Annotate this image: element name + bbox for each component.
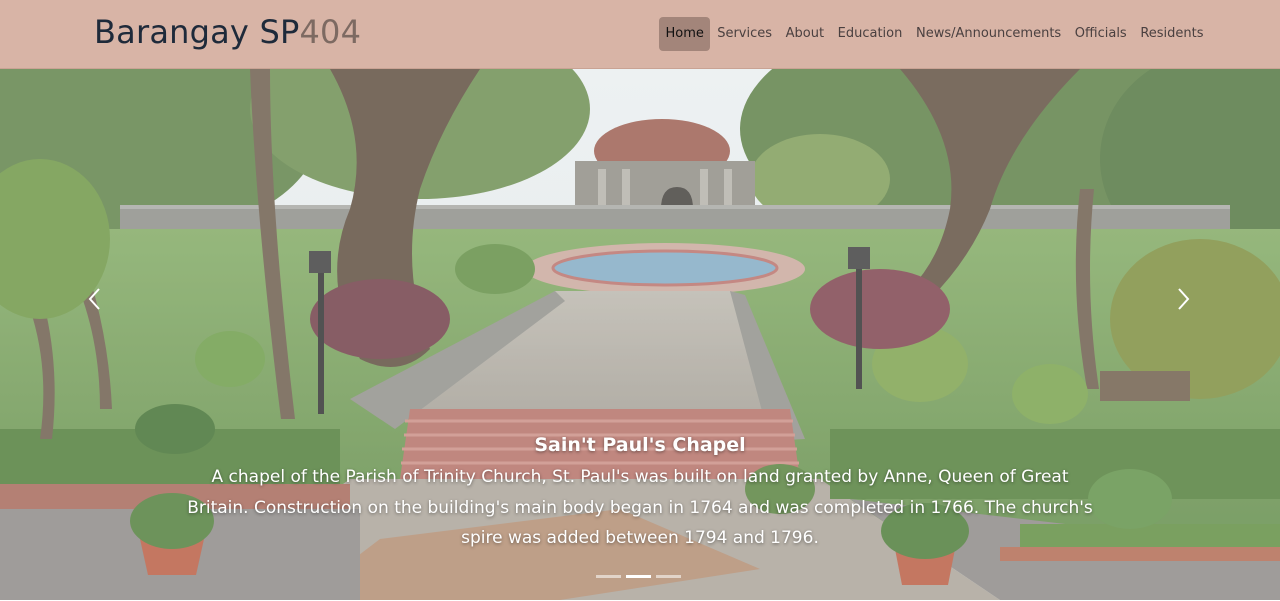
hero-carousel: Sain't Paul's Chapel A chapel of the Par… [0,69,1280,600]
brand-logo[interactable]: Barangay SP404 [94,12,361,52]
nav-services[interactable]: Services [710,17,778,51]
brand-name: Barangay SP [94,13,300,51]
nav-residents[interactable]: Residents [1134,17,1211,51]
chevron-left-icon [88,288,100,310]
slide-caption: Sain't Paul's Chapel A chapel of the Par… [180,431,1100,554]
indicator-slide-1[interactable] [596,575,621,578]
carousel-indicators [596,575,681,578]
main-nav: Home Services About Education News/Annou… [659,17,1210,51]
carousel-prev-button[interactable] [70,269,120,329]
nav-officials[interactable]: Officials [1068,17,1134,51]
indicator-slide-3[interactable] [656,575,681,578]
slide-description: A chapel of the Parish of Trinity Church… [187,467,1093,548]
brand-number: 404 [299,13,362,51]
nav-about[interactable]: About [779,17,831,51]
slide-title: Sain't Paul's Chapel [534,434,746,456]
navbar: Barangay SP404 Home Services About Educa… [0,0,1280,69]
indicator-slide-2[interactable] [626,575,651,578]
chevron-right-icon [1178,288,1190,310]
carousel-next-button[interactable] [1158,269,1208,329]
nav-home[interactable]: Home [659,17,711,51]
nav-education[interactable]: Education [831,17,909,51]
nav-news-announcements[interactable]: News/Announcements [909,17,1068,51]
